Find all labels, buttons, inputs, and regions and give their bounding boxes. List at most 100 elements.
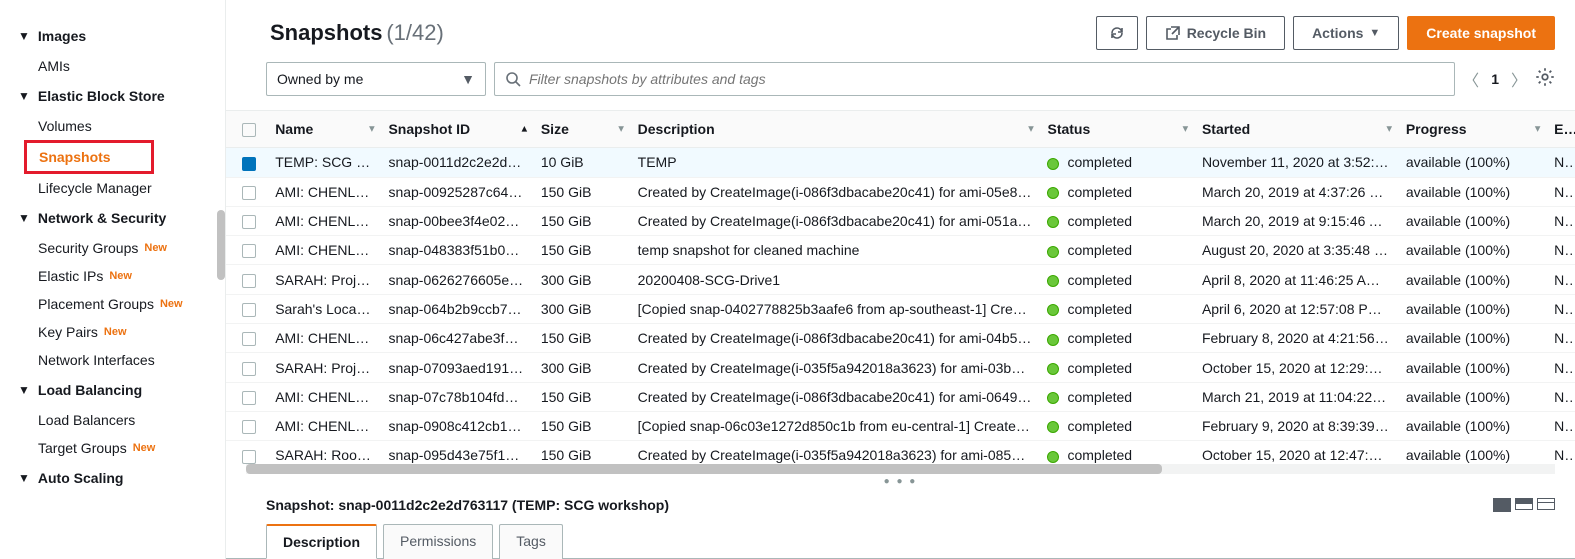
sidebar-item-label: Key Pairs — [38, 324, 98, 340]
sidebar-item[interactable]: Lifecycle Manager — [18, 174, 225, 202]
pager-prev[interactable]: 〈 — [1463, 67, 1479, 91]
layout-collapse-icon[interactable] — [1537, 498, 1555, 510]
select-all-checkbox[interactable] — [242, 123, 256, 137]
sidebar-item[interactable]: Placement GroupsNew — [18, 290, 225, 318]
cell-encrypted: No — [1546, 148, 1575, 177]
settings-gear-icon[interactable] — [1535, 67, 1555, 92]
sidebar-item[interactable]: AMIs — [18, 52, 225, 80]
sidebar-item[interactable]: Snapshots — [24, 140, 154, 174]
cell-started: February 9, 2020 at 8:39:39 … — [1194, 411, 1398, 440]
sidebar-item[interactable]: Target GroupsNew — [18, 434, 225, 462]
sidebar-item[interactable]: Elastic IPsNew — [18, 262, 225, 290]
page-count: (1/42) — [386, 20, 443, 45]
sidebar-section-header[interactable]: ▼Network & Security — [18, 202, 225, 234]
table-row[interactable]: SARAH: Roo…snap-095d43e75f1c…150 GiBCrea… — [226, 441, 1575, 464]
layout-icons — [1493, 498, 1555, 512]
col-status[interactable]: Status▾ — [1039, 111, 1193, 148]
owner-filter-select[interactable]: Owned by me ▼ — [266, 62, 486, 96]
external-icon — [1165, 25, 1181, 41]
table-row[interactable]: Sarah's Loca…snap-064b2b9ccb7…300 GiB[Co… — [226, 294, 1575, 323]
sidebar-section-header[interactable]: ▼ Auto Scaling — [18, 462, 225, 494]
cell-started: October 15, 2020 at 12:47:5… — [1194, 441, 1398, 464]
sidebar-item[interactable]: Key PairsNew — [18, 318, 225, 346]
tab-tags[interactable]: Tags — [499, 524, 563, 559]
table-row[interactable]: AMI: CHENL…snap-00bee3f4e02b…150 GiBCrea… — [226, 206, 1575, 235]
sidebar-item[interactable]: Volumes — [18, 112, 225, 140]
pager-next[interactable]: 〉 — [1511, 67, 1527, 91]
cell-started: March 20, 2019 at 9:15:46 A… — [1194, 206, 1398, 235]
row-checkbox[interactable] — [242, 391, 256, 405]
sidebar-section-header[interactable]: ▼Load Balancing — [18, 374, 225, 406]
cell-name: SARAH: Proj… — [267, 353, 380, 382]
row-checkbox[interactable] — [242, 303, 256, 317]
cell-description: [Copied snap-06c03e1272d850c1b from eu-c… — [630, 411, 1040, 440]
table-row[interactable]: AMI: CHENL…snap-06c427abe3f8…150 GiBCrea… — [226, 324, 1575, 353]
sidebar-item[interactable]: Load Balancers — [18, 406, 225, 434]
tab-description[interactable]: Description — [266, 524, 377, 559]
sidebar-item[interactable]: Network Interfaces — [18, 346, 225, 374]
refresh-button[interactable] — [1096, 16, 1138, 50]
create-snapshot-label: Create snapshot — [1426, 25, 1536, 41]
layout-split-icon[interactable] — [1515, 498, 1533, 510]
scrollbar-thumb[interactable] — [246, 464, 1162, 474]
row-checkbox[interactable] — [242, 362, 256, 376]
cell-status: completed — [1039, 353, 1193, 382]
cell-snapshot-id: snap-0908c412cb1… — [380, 411, 532, 440]
table-row[interactable]: SARAH: Proj…snap-0626276605e…300 GiB2020… — [226, 265, 1575, 294]
col-size[interactable]: Size▾ — [533, 111, 630, 148]
search-input[interactable] — [529, 71, 1444, 87]
col-description[interactable]: Description▾ — [630, 111, 1040, 148]
cell-started: March 20, 2019 at 4:37:26 P… — [1194, 177, 1398, 206]
layout-full-icon[interactable] — [1493, 498, 1511, 512]
col-name[interactable]: Name▾ — [267, 111, 380, 148]
table-row[interactable]: AMI: CHENL…snap-07c78b104fd5…150 GiBCrea… — [226, 382, 1575, 411]
create-snapshot-button[interactable]: Create snapshot — [1407, 16, 1555, 50]
cell-started: March 21, 2019 at 11:04:22 … — [1194, 382, 1398, 411]
status-dot-icon — [1047, 451, 1059, 463]
sidebar-section-header[interactable]: ▼Elastic Block Store — [18, 80, 225, 112]
owner-filter-value: Owned by me — [277, 71, 363, 87]
cell-name: AMI: CHENL… — [267, 382, 380, 411]
row-checkbox[interactable] — [242, 450, 256, 464]
status-dot-icon — [1047, 392, 1059, 404]
row-checkbox[interactable] — [242, 215, 256, 229]
cell-progress: available (100%) — [1398, 353, 1546, 382]
row-checkbox[interactable] — [242, 332, 256, 346]
table-row[interactable]: TEMP: SCG …snap-0011d2c2e2d…10 GiBTEMPco… — [226, 148, 1575, 177]
cell-progress: available (100%) — [1398, 236, 1546, 265]
cell-encrypted: No — [1546, 324, 1575, 353]
cell-progress: available (100%) — [1398, 177, 1546, 206]
table-row[interactable]: AMI: CHENL…snap-00925287c64…150 GiBCreat… — [226, 177, 1575, 206]
cell-started: November 11, 2020 at 3:52:… — [1194, 148, 1398, 177]
col-snapshot-id[interactable]: Snapshot ID▴ — [380, 111, 532, 148]
detail-splitter[interactable]: ● ● ● — [226, 474, 1575, 489]
col-checkbox[interactable] — [226, 111, 267, 148]
table-row[interactable]: AMI: CHENL…snap-0908c412cb1…150 GiB[Copi… — [226, 411, 1575, 440]
row-checkbox[interactable] — [242, 420, 256, 434]
sidebar-section-label: Auto Scaling — [38, 470, 124, 486]
cell-description: Created by CreateImage(i-086f3dbacabe20c… — [630, 206, 1040, 235]
cell-snapshot-id: snap-00925287c64… — [380, 177, 532, 206]
sidebar-section-header[interactable]: ▼Images — [18, 20, 225, 52]
cell-encrypted: No — [1546, 353, 1575, 382]
sidebar-scrollbar[interactable] — [217, 210, 225, 280]
table-row[interactable]: AMI: CHENL…snap-048383f51b00…150 GiBtemp… — [226, 236, 1575, 265]
row-checkbox[interactable] — [242, 186, 256, 200]
row-checkbox[interactable] — [242, 244, 256, 258]
status-dot-icon — [1047, 334, 1059, 346]
tab-permissions[interactable]: Permissions — [383, 524, 493, 559]
col-started[interactable]: Started▾ — [1194, 111, 1398, 148]
row-checkbox[interactable] — [242, 274, 256, 288]
actions-button[interactable]: Actions ▼ — [1293, 16, 1399, 50]
recycle-bin-button[interactable]: Recycle Bin — [1146, 16, 1285, 50]
row-checkbox[interactable] — [242, 157, 256, 171]
horizontal-scrollbar[interactable] — [246, 464, 1555, 474]
cell-status: completed — [1039, 236, 1193, 265]
table-row[interactable]: SARAH: Proj…snap-07093aed191…300 GiBCrea… — [226, 353, 1575, 382]
caret-down-icon: ▼ — [18, 471, 30, 485]
col-encrypted[interactable]: En — [1546, 111, 1575, 148]
search-box[interactable] — [494, 62, 1455, 96]
sidebar-item[interactable]: Security GroupsNew — [18, 234, 225, 262]
col-progress[interactable]: Progress▾ — [1398, 111, 1546, 148]
cell-encrypted: No — [1546, 206, 1575, 235]
